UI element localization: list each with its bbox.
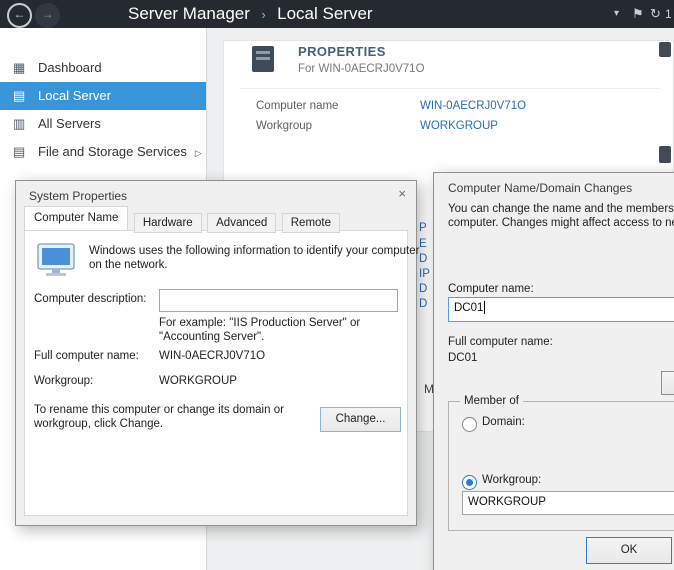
computer-description-input[interactable] [159, 289, 398, 312]
screen: ← → Server Manager › Local Server ▾ ⚑ ↻ … [0, 0, 674, 570]
monitor-icon [37, 243, 77, 277]
domain-radio-label: Domain: [482, 416, 525, 428]
sidebar-item-dashboard[interactable]: ▦ Dashboard [0, 54, 206, 82]
clipped-property-value[interactable]: E [419, 238, 427, 250]
properties-server-icon [252, 46, 274, 72]
workgroup-link[interactable]: WORKGROUP [420, 120, 498, 132]
intro-text: You can change the name and the membersh… [448, 203, 674, 215]
notification-flag-icon[interactable]: ⚑ [632, 0, 644, 28]
rename-hint-text: To rename this computer or change its do… [34, 404, 284, 416]
computer-name-input[interactable]: DC01 [448, 297, 674, 322]
properties-title: PROPERTIES [298, 44, 386, 59]
clipped-icon [659, 42, 671, 57]
back-button[interactable]: ← [7, 3, 32, 28]
breadcrumb: Server Manager › Local Server [128, 0, 373, 28]
divider [240, 88, 660, 89]
full-computer-name-label: Full computer name: [448, 336, 553, 348]
breadcrumb-server-manager[interactable]: Server Manager [128, 4, 250, 23]
computer-name-label: Computer name: [448, 283, 534, 295]
full-computer-name-value: DC01 [448, 352, 477, 364]
example-text: For example: "IIS Production Server" or [159, 317, 360, 329]
chevron-down-icon[interactable]: ▾ [614, 0, 619, 28]
clipped-property-value[interactable]: IP [419, 268, 430, 280]
computer-name-tab-page: Windows uses the following information t… [24, 230, 408, 516]
full-computer-name-value: WIN-0AECRJ0V71O [159, 350, 265, 362]
text-caret [484, 301, 485, 314]
dashboard-icon: ▦ [13, 54, 33, 82]
change-button[interactable]: Change... [320, 407, 401, 432]
workgroup-label: Workgroup: [34, 375, 93, 387]
computer-description-label: Computer description: [34, 293, 147, 305]
sidebar-item-label: All Servers [38, 110, 101, 138]
workgroup-input[interactable]: WORKGROUP [462, 491, 674, 515]
dialog-title: System Properties [29, 189, 127, 203]
intro-text: on the network. [89, 259, 168, 271]
intro-text: Windows uses the following information t… [89, 245, 419, 257]
close-icon[interactable]: × [398, 186, 406, 201]
workgroup-radio-label: Workgroup: [482, 474, 541, 486]
clipped-property-value[interactable]: D [419, 283, 427, 295]
servers-icon: ▥ [13, 110, 33, 138]
tab-hardware[interactable]: Hardware [134, 213, 202, 233]
forward-arrow-icon: → [42, 7, 54, 21]
ok-button[interactable]: OK [586, 537, 672, 564]
rename-hint-text: workgroup, click Change. [34, 418, 163, 430]
sidebar-item-label: Local Server [38, 82, 111, 110]
server-icon: ▤ [13, 82, 33, 110]
dialog-title: Computer Name/Domain Changes [448, 181, 632, 195]
full-computer-name-label: Full computer name: [34, 350, 139, 362]
refresh-icon[interactable]: ↻ [650, 0, 661, 28]
sidebar-item-label: Dashboard [38, 54, 102, 82]
tab-remote[interactable]: Remote [282, 213, 340, 233]
property-label: Workgroup [256, 120, 312, 132]
properties-subtitle: For WIN-0AECRJ0V71O [298, 63, 425, 75]
clipped-property-value[interactable]: P [419, 222, 427, 234]
member-of-label: Member of [460, 395, 523, 407]
intro-text: computer. Changes might affect access to… [448, 217, 674, 229]
example-text: "Accounting Server". [159, 331, 264, 343]
breadcrumb-separator-icon: › [261, 7, 265, 22]
title-bar: ← → Server Manager › Local Server ▾ ⚑ ↻ … [0, 0, 674, 28]
sidebar-item-local-server[interactable]: ▤ Local Server [0, 82, 206, 110]
tab-computer-name[interactable]: Computer Name [24, 206, 128, 230]
back-arrow-icon: ← [14, 7, 26, 21]
breadcrumb-local-server[interactable]: Local Server [277, 4, 372, 23]
clipped-property-value[interactable]: D [419, 298, 427, 310]
workgroup-value: WORKGROUP [159, 375, 237, 387]
sidebar-item-all-servers[interactable]: ▥ All Servers [0, 110, 206, 138]
tab-advanced[interactable]: Advanced [207, 213, 276, 233]
workgroup-radio[interactable] [462, 475, 477, 490]
expand-chevron-icon[interactable]: ▷ [195, 148, 202, 158]
domain-radio[interactable] [462, 417, 477, 432]
system-properties-dialog: System Properties × Computer Name Hardwa… [15, 180, 417, 526]
forward-button[interactable]: → [35, 3, 60, 28]
sidebar-item-file-storage-services[interactable]: ▤ File and Storage Services▷ [0, 138, 206, 166]
tab-strip: Computer Name Hardware Advanced Remote [24, 206, 341, 232]
storage-icon: ▤ [13, 138, 33, 166]
notification-count: 1 [665, 0, 672, 28]
computer-name-domain-changes-dialog: Computer Name/Domain Changes You can cha… [433, 172, 674, 570]
computer-name-link[interactable]: WIN-0AECRJ0V71O [420, 100, 526, 112]
property-label: Computer name [256, 100, 338, 112]
sidebar-item-label: File and Storage Services▷ [38, 138, 202, 167]
clipped-property-value[interactable]: D [419, 253, 427, 265]
clipped-icon [659, 146, 671, 163]
more-button[interactable] [661, 371, 674, 395]
